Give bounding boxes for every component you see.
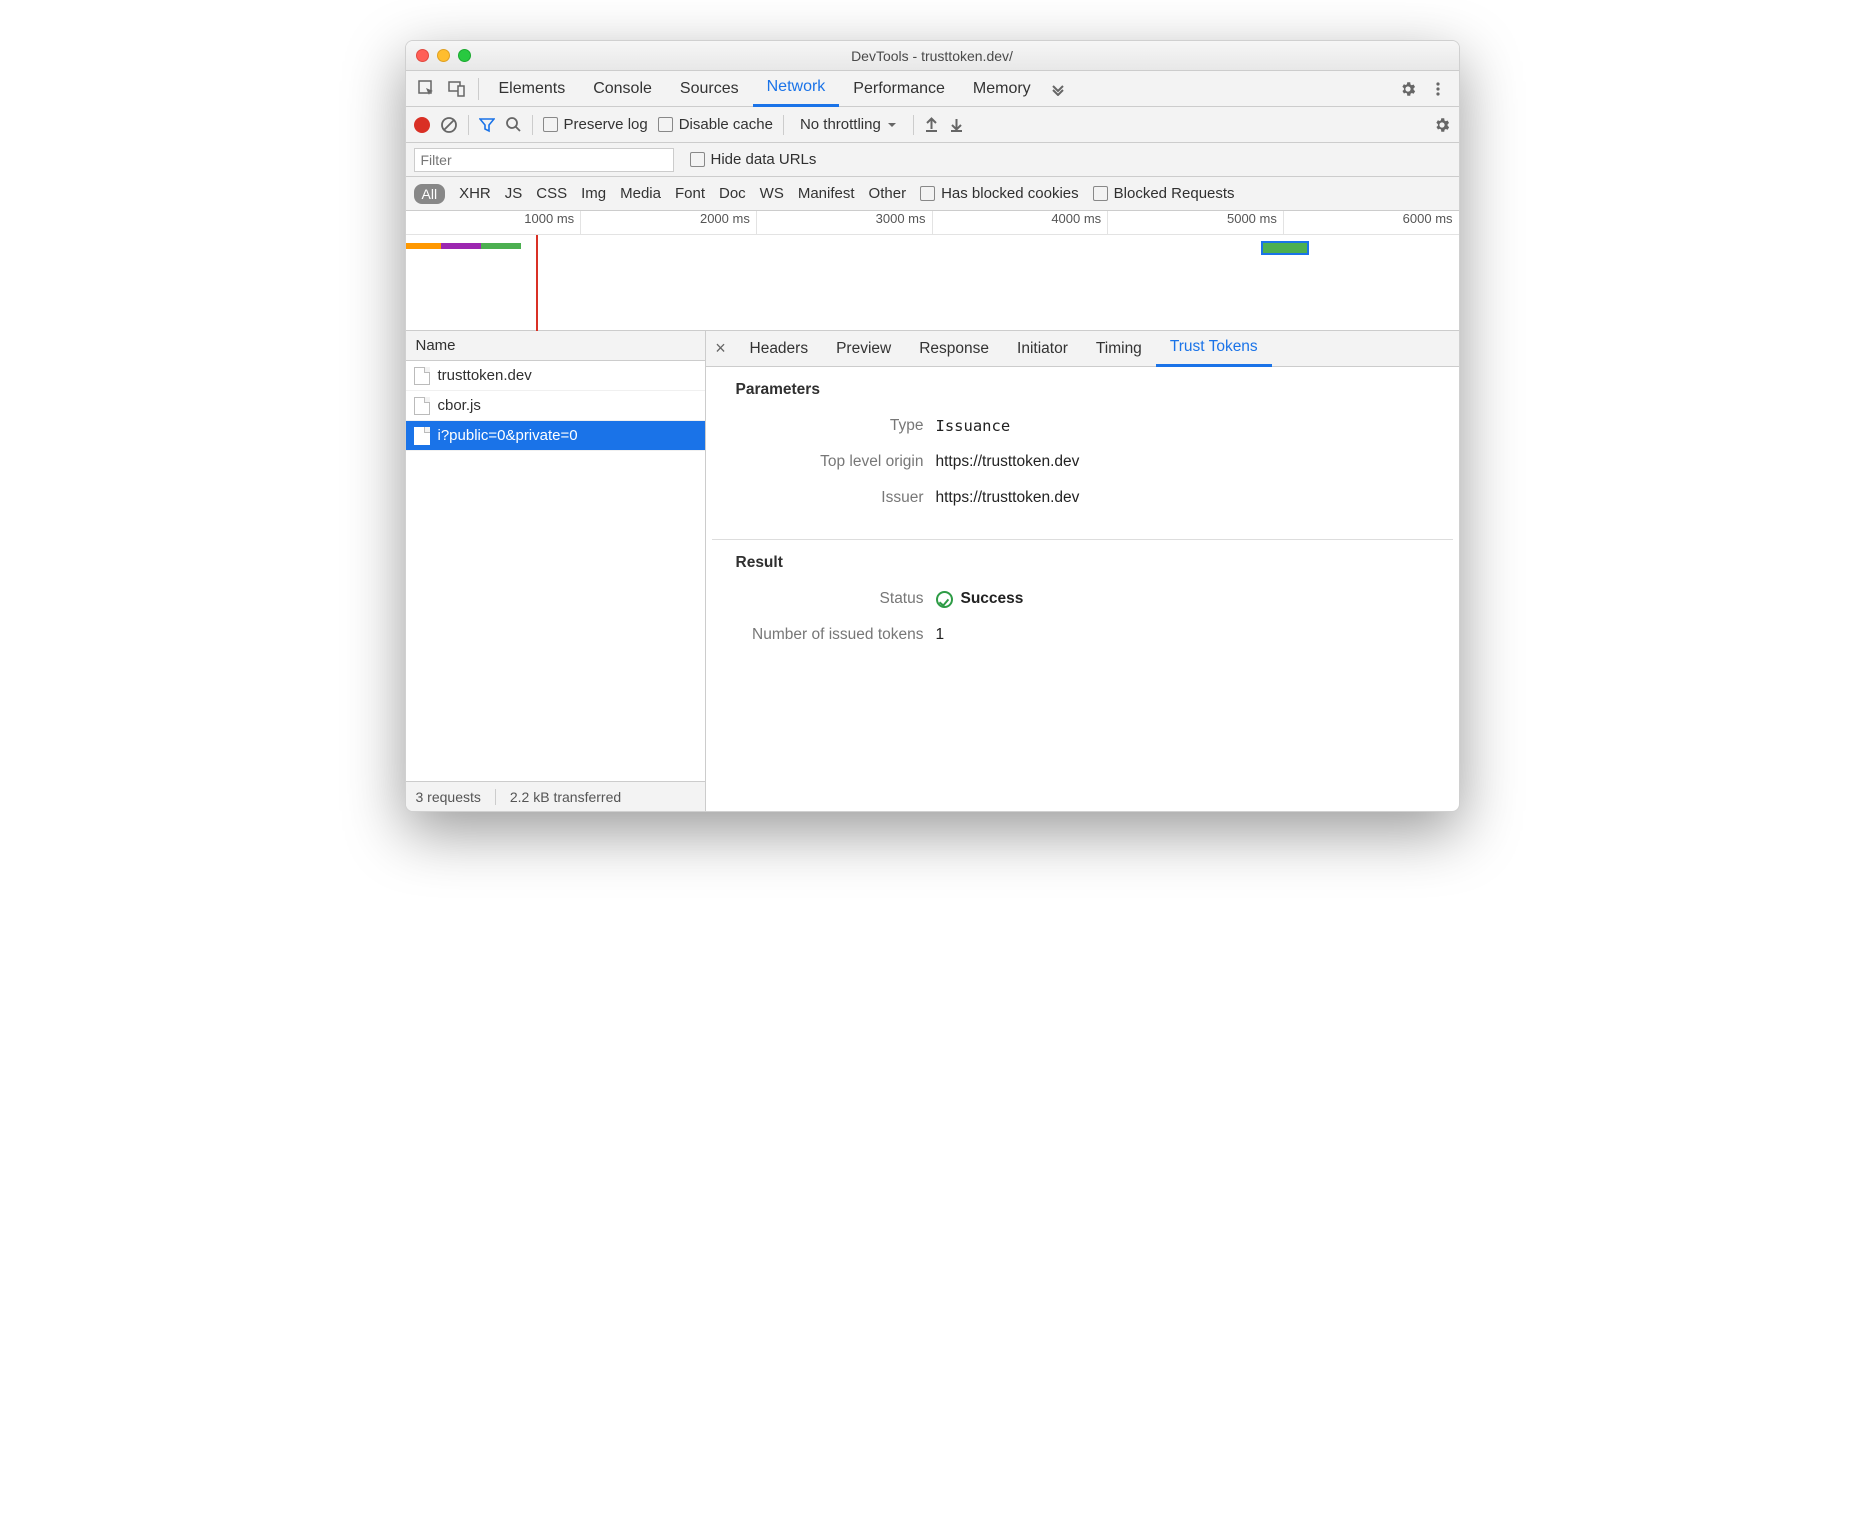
type-filter-media[interactable]: Media [620,185,661,202]
more-tabs-icon[interactable] [1045,82,1071,96]
detail-panel: × HeadersPreviewResponseInitiatorTimingT… [706,331,1459,811]
param-issuer-value: https://trusttoken.dev [936,489,1080,507]
detail-tab-headers[interactable]: Headers [736,331,823,367]
request-list-panel: Name trusttoken.dev cbor.js i?public=0&pri… [406,331,706,811]
type-filter-row: All XHR JS CSS Img Media Font Doc WS Manifest Othe… [406,177,1459,211]
window-title: DevTools - trusttoken.dev/ [416,48,1449,64]
record-button[interactable] [414,117,430,133]
upload-har-icon[interactable] [924,117,939,133]
type-filter-manifest[interactable]: Manifest [798,185,855,202]
result-section: Result Status Success Number of issued t… [706,540,1459,676]
status-bar: 3 requests 2.2 kB transferred [406,781,705,811]
detail-tab-initiator[interactable]: Initiator [1003,331,1082,367]
blocked-requests-checkbox[interactable]: Blocked Requests [1093,185,1235,202]
parameters-section: Parameters TypeIssuance Top level origin… [706,367,1459,539]
requests-count: 3 requests [416,789,496,805]
timeline-tick: 1000 ms [406,211,581,234]
type-filter-all[interactable]: All [414,184,446,204]
type-filter-img[interactable]: Img [581,185,606,202]
file-icon [414,367,430,385]
request-row[interactable]: trusttoken.dev [406,361,705,391]
tab-memory[interactable]: Memory [959,71,1045,107]
close-window-icon[interactable] [416,49,429,62]
section-title: Result [736,554,1429,572]
close-detail-icon[interactable]: × [706,338,736,359]
zoom-window-icon[interactable] [458,49,471,62]
tokens-value: 1 [936,626,945,644]
kebab-menu-icon[interactable] [1423,74,1453,104]
param-type-value: Issuance [936,417,1011,435]
timeline-tick: 5000 ms [1107,211,1283,234]
throttling-select[interactable]: No throttling [794,116,903,133]
detail-tabs: × HeadersPreviewResponseInitiatorTimingT… [706,331,1459,367]
status-value: Success [936,590,1024,608]
file-icon [414,397,430,415]
network-toolbar: Preserve log Disable cache No throttling [406,107,1459,143]
type-filter-xhr[interactable]: XHR [459,185,491,202]
type-filter-css[interactable]: CSS [536,185,567,202]
preserve-log-checkbox[interactable]: Preserve log [543,116,648,133]
type-filter-doc[interactable]: Doc [719,185,746,202]
content-area: Name trusttoken.dev cbor.js i?public=0&pri… [406,331,1459,811]
type-filter-other[interactable]: Other [869,185,907,202]
tab-elements[interactable]: Elements [485,71,580,107]
device-toggle-icon[interactable] [442,74,472,104]
timeline-tick: 4000 ms [932,211,1108,234]
request-name: cbor.js [438,397,481,414]
minimize-window-icon[interactable] [437,49,450,62]
network-settings-icon[interactable] [1433,116,1451,134]
inspect-element-icon[interactable] [412,74,442,104]
success-check-icon [936,591,953,608]
tab-console[interactable]: Console [579,71,666,107]
download-har-icon[interactable] [949,117,964,133]
timeline-marker [536,235,538,331]
detail-tab-preview[interactable]: Preview [822,331,905,367]
timeline-tick: 3000 ms [756,211,932,234]
clear-icon[interactable] [440,116,458,134]
tab-sources[interactable]: Sources [666,71,753,107]
timeline[interactable]: 1000 ms2000 ms3000 ms4000 ms5000 ms6000 … [406,211,1459,331]
timeline-tick: 2000 ms [580,211,756,234]
type-filter-ws[interactable]: WS [760,185,784,202]
filter-input[interactable] [414,148,674,172]
timeline-bar [441,243,481,249]
file-icon [414,427,430,445]
has-blocked-cookies-checkbox[interactable]: Has blocked cookies [920,185,1079,202]
hide-data-urls-checkbox[interactable]: Hide data URLs [690,151,817,168]
filter-bar: Hide data URLs [406,143,1459,177]
request-name: i?public=0&private=0 [438,427,578,444]
timeline-bar [406,243,441,249]
timeline-bar [481,243,521,249]
column-header-name[interactable]: Name [406,331,705,361]
settings-icon[interactable] [1393,74,1423,104]
transferred-size: 2.2 kB transferred [510,789,621,805]
filter-icon[interactable] [479,117,495,133]
param-origin-value: https://trusttoken.dev [936,453,1080,471]
detail-tab-timing[interactable]: Timing [1082,331,1156,367]
tab-network[interactable]: Network [753,71,840,107]
type-filter-font[interactable]: Font [675,185,705,202]
type-filter-js[interactable]: JS [505,185,523,202]
timeline-selection [1261,241,1309,255]
request-row[interactable]: cbor.js [406,391,705,421]
detail-tab-response[interactable]: Response [905,331,1003,367]
timeline-tick: 6000 ms [1283,211,1459,234]
titlebar: DevTools - trusttoken.dev/ [406,41,1459,71]
tab-performance[interactable]: Performance [839,71,959,107]
devtools-window: DevTools - trusttoken.dev/ ElementsConso… [405,40,1460,812]
search-icon[interactable] [505,116,522,133]
request-name: trusttoken.dev [438,367,532,384]
window-traffic-lights [416,49,471,62]
section-title: Parameters [736,381,1429,399]
main-tabs: ElementsConsoleSourcesNetworkPerformance… [406,71,1459,107]
disable-cache-checkbox[interactable]: Disable cache [658,116,773,133]
request-row[interactable]: i?public=0&private=0 [406,421,705,451]
detail-tab-trust-tokens[interactable]: Trust Tokens [1156,331,1272,367]
